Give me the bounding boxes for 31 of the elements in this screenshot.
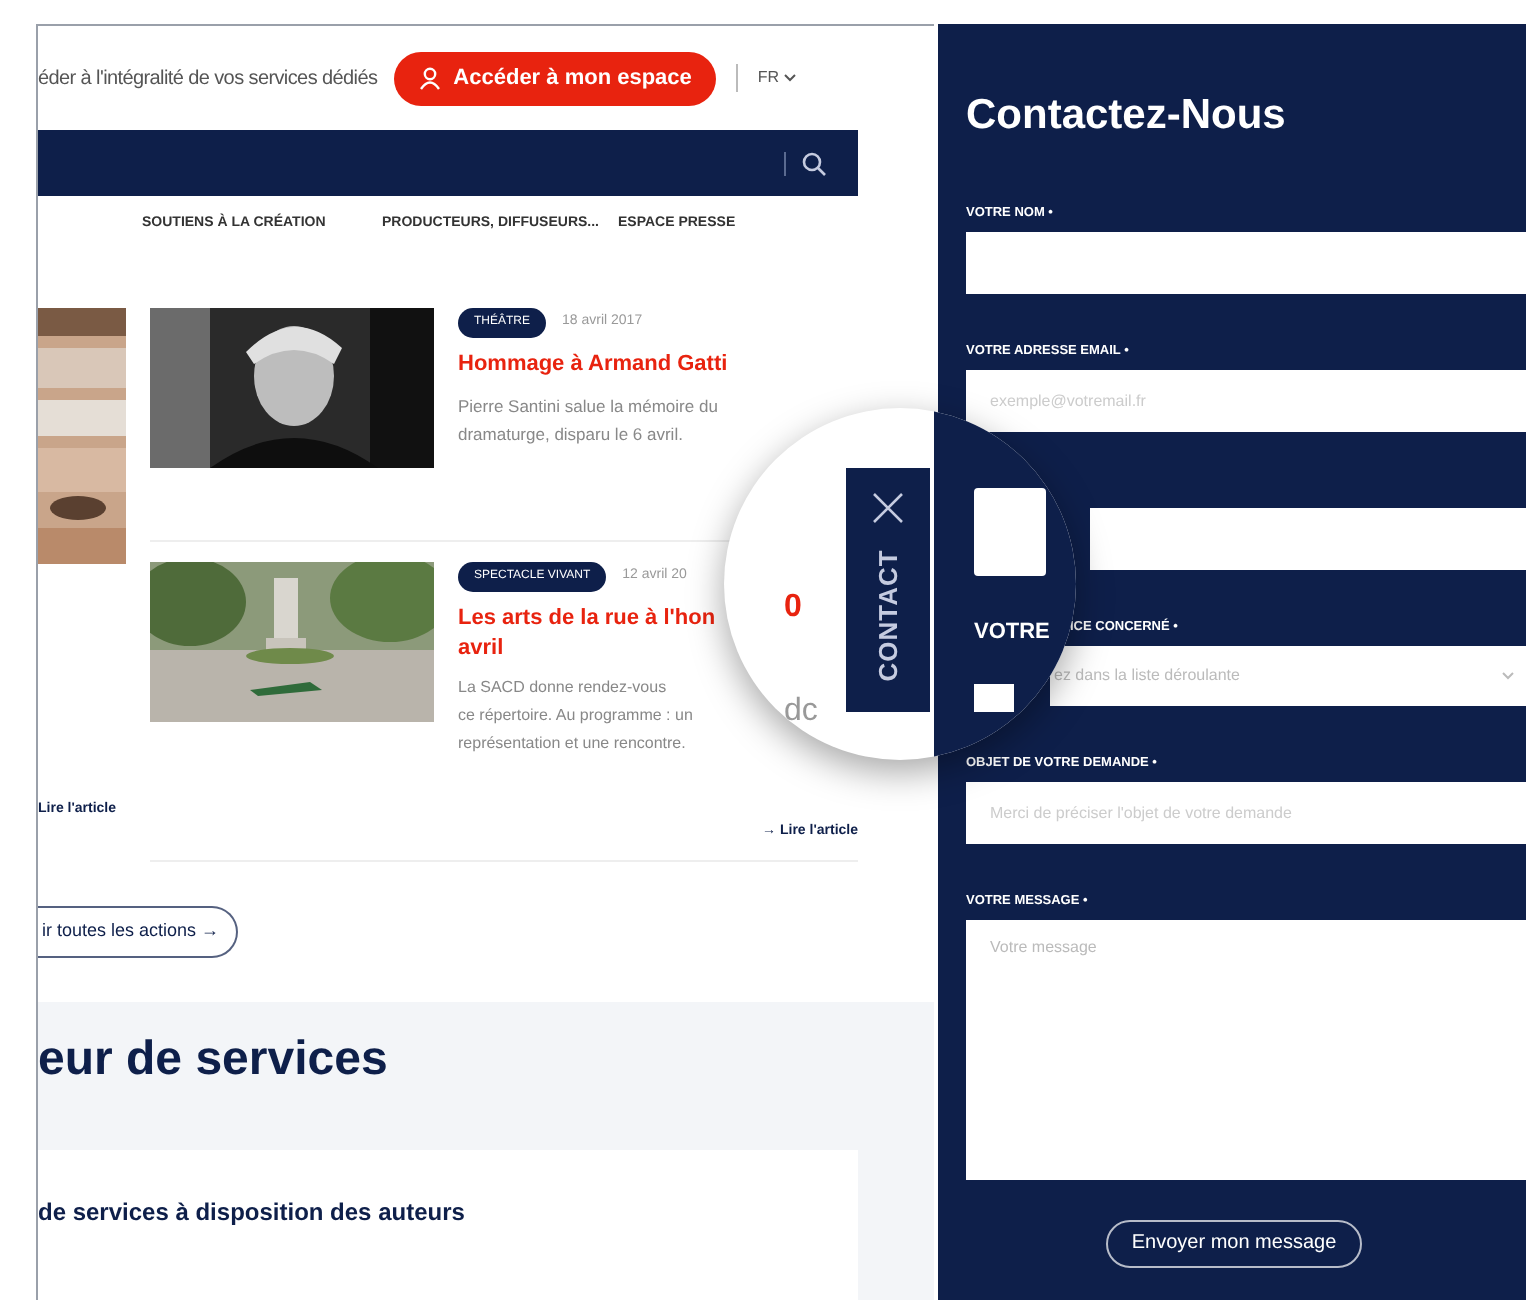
magnified-title-text: 0	[784, 588, 802, 628]
section-heading: eur de services	[38, 1029, 390, 1089]
article-summary: représentation et une rencontre.	[458, 732, 686, 756]
article-title[interactable]: Les arts de la rue à l'hon	[458, 604, 716, 634]
magnified-field	[974, 488, 1046, 576]
contact-tab[interactable]: CONTACT	[846, 468, 930, 712]
article-summary: ce répertoire. Au programme : un	[458, 704, 693, 728]
magnified-label: VOTRE	[974, 620, 1050, 646]
language-selector[interactable]: FR	[757, 66, 796, 90]
magnified-summary-text: dc	[784, 692, 818, 732]
magnified-field	[974, 684, 1014, 712]
card-title: de services à disposition des auteurs	[38, 1195, 467, 1229]
message-textarea[interactable]: Votre message	[966, 919, 1526, 1179]
account-button[interactable]: Accéder à mon espace	[393, 51, 716, 105]
text-field[interactable]	[1090, 507, 1526, 569]
close-icon[interactable]	[872, 492, 904, 524]
tab-label: CONTACT	[870, 549, 905, 683]
article-title[interactable]: Hommage à Armand Gatti	[458, 350, 728, 380]
header-tagline: éder à l'intégralité de vos services dédiés	[38, 65, 378, 93]
article-summary: Pierre Santini salue la mémoire du dramaturge, disparu le 6 avril.	[458, 394, 720, 448]
all-actions-button[interactable]: ir toutes les actions →	[38, 905, 238, 957]
search-icon[interactable]	[802, 151, 826, 175]
dropdown-placeholder: ez dans la liste déroulante	[1054, 663, 1242, 687]
user-icon	[417, 66, 442, 90]
text-field[interactable]	[966, 231, 1526, 293]
article-summary: La SACD donne rendez-vous	[458, 676, 667, 700]
chevron-down-icon	[1502, 671, 1514, 679]
panel-title: Contactez-Nous	[966, 90, 1288, 142]
article-title[interactable]: avril	[458, 634, 504, 662]
send-message-button[interactable]: Envoyer mon message	[1105, 1219, 1363, 1267]
chevron-down-icon	[783, 74, 796, 82]
